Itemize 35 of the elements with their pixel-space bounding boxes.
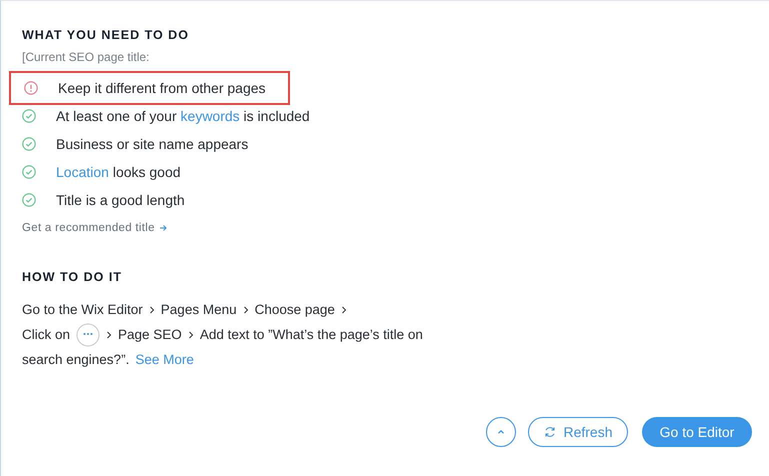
section-heading: HOW TO DO IT — [22, 270, 123, 284]
instruction-text: Pages Menu — [160, 302, 237, 317]
text-link[interactable]: keywords — [180, 108, 240, 124]
chevron-icon — [106, 330, 112, 338]
check-text: Keep it different from other pages — [58, 80, 266, 96]
check-circle-icon — [22, 193, 36, 207]
refresh-button[interactable]: Refresh — [528, 417, 628, 447]
instruction-text: Go to the Wix Editor — [22, 302, 143, 317]
see-more-link[interactable]: See More — [135, 352, 194, 367]
check-text: Location looks good — [56, 164, 181, 180]
more-icon — [76, 322, 100, 346]
check-text: Business or site name appears — [56, 136, 248, 152]
check-text: At least one of your keywords is included — [56, 108, 310, 124]
chevron-icon — [148, 306, 155, 314]
check-circle-icon — [22, 165, 36, 179]
recommend-link[interactable]: Get a recommended title — [22, 222, 167, 234]
go-to-editor-button[interactable]: Go to Editor — [642, 417, 752, 447]
section-heading: WHAT YOU NEED TO DO — [22, 28, 190, 42]
check-circle-icon — [22, 137, 36, 151]
check-circle-icon — [22, 109, 36, 123]
instruction-text: Click on — [22, 327, 70, 342]
refresh-icon — [543, 425, 558, 439]
instruction-text: search engines?”. — [22, 352, 130, 367]
check-text: Title is a good length — [56, 192, 185, 208]
collapse-button[interactable] — [486, 417, 516, 447]
chevron-icon — [340, 306, 347, 314]
text-link[interactable]: Location — [56, 164, 109, 180]
warning-icon — [24, 81, 38, 95]
instruction-text: Page SEO — [118, 327, 182, 342]
chevron-icon — [242, 306, 249, 314]
subtitle: [Current SEO page title: — [22, 50, 150, 64]
chevron-icon — [188, 330, 194, 338]
instruction-text: Choose page — [254, 302, 335, 317]
instruction-text: Add text to ”What’s the page’s title on — [200, 327, 423, 342]
arrow-icon — [158, 224, 167, 232]
